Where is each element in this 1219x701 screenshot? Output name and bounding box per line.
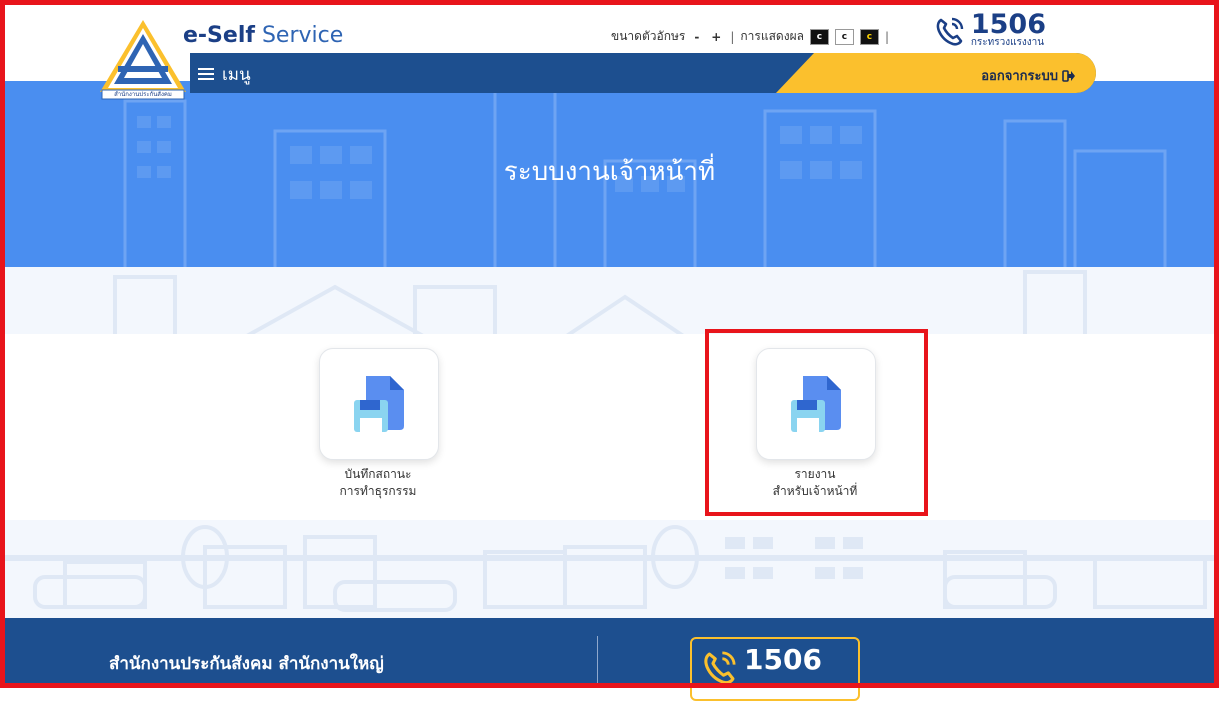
card-staff-report[interactable] xyxy=(756,348,876,460)
display-mode-contrast-button[interactable]: c xyxy=(859,28,879,45)
card-transaction-status[interactable] xyxy=(319,348,439,460)
accessibility-toolbar: ขนาดตัวอักษร - + | การแสดงผล c c c | xyxy=(611,27,889,46)
sso-logo-icon xyxy=(100,20,186,100)
display-mode-light-button[interactable]: c xyxy=(834,28,854,45)
hotline-ministry: กระทรวงแรงงาน xyxy=(970,37,1045,48)
menu-button[interactable]: เมนู xyxy=(198,61,251,88)
hamburger-icon xyxy=(198,68,214,81)
display-mode-dark-button[interactable]: c xyxy=(809,28,829,45)
brand-title: e-Self Service xyxy=(183,23,343,48)
display-mode-label: การแสดงผล xyxy=(740,29,804,43)
sso-logo[interactable]: สำนักงานประกันสังคม xyxy=(98,18,188,100)
font-size-label: ขนาดตัวอักษร xyxy=(611,29,686,43)
hotline-number: 1506 xyxy=(970,9,1046,40)
toolbar-divider: | xyxy=(730,29,735,44)
page-title: ระบบงานเจ้าหน้าที่ xyxy=(503,157,716,187)
font-decrease-button[interactable]: - xyxy=(691,30,702,44)
font-increase-button[interactable]: + xyxy=(708,30,724,44)
document-save-icon xyxy=(791,376,841,432)
brand-bold: e-Self xyxy=(183,23,255,48)
footer-hotline-ministry: กระทรวงแรงงาน xyxy=(744,682,825,695)
brand-light: Service xyxy=(261,23,344,48)
footer-org-name: สำนักงานประกันสังคม สำนักงานใหญ่ xyxy=(109,654,384,674)
document-save-icon xyxy=(354,376,404,432)
menu-card-area: บันทึกสถานะ การทำธุรกรรม รายงาน สำหรับเจ… xyxy=(5,334,1214,520)
phone-icon xyxy=(936,17,964,46)
card-label-line: การทำธุรกรรม xyxy=(339,484,417,498)
card-staff-report-label: รายงาน สำหรับเจ้าหน้าที่ xyxy=(715,466,915,500)
card-label-line: รายงาน xyxy=(794,467,836,481)
toolbar-divider: | xyxy=(884,29,889,44)
hero-banner: ระบบงานเจ้าหน้าที่ xyxy=(5,81,1214,267)
menu-label: เมนู xyxy=(222,65,251,85)
card-transaction-status-label: บันทึกสถานะ การทำธุรกรรม xyxy=(278,466,478,500)
footer-hotline-number: 1506 xyxy=(744,643,822,676)
logout-icon xyxy=(1062,69,1075,82)
hotline-badge[interactable]: 1506 กระทรวงแรงงาน xyxy=(933,9,1046,48)
phone-icon xyxy=(704,651,736,685)
logout-label: ออกจากระบบ xyxy=(981,69,1058,84)
logout-button[interactable]: ออกจากระบบ xyxy=(981,65,1076,86)
footer-divider xyxy=(597,636,598,688)
card-label-line: บันทึกสถานะ xyxy=(344,467,412,481)
site-footer: สำนักงานประกันสังคม สำนักงานใหญ่ 1506 กร… xyxy=(5,618,1214,701)
logo-caption: สำนักงานประกันสังคม xyxy=(114,91,172,98)
card-label-line: สำหรับเจ้าหน้าที่ xyxy=(772,484,858,498)
footer-hotline[interactable]: 1506 กระทรวงแรงงาน xyxy=(690,637,860,701)
main-navbar: เมนู ออกจากระบบ xyxy=(190,53,1096,93)
